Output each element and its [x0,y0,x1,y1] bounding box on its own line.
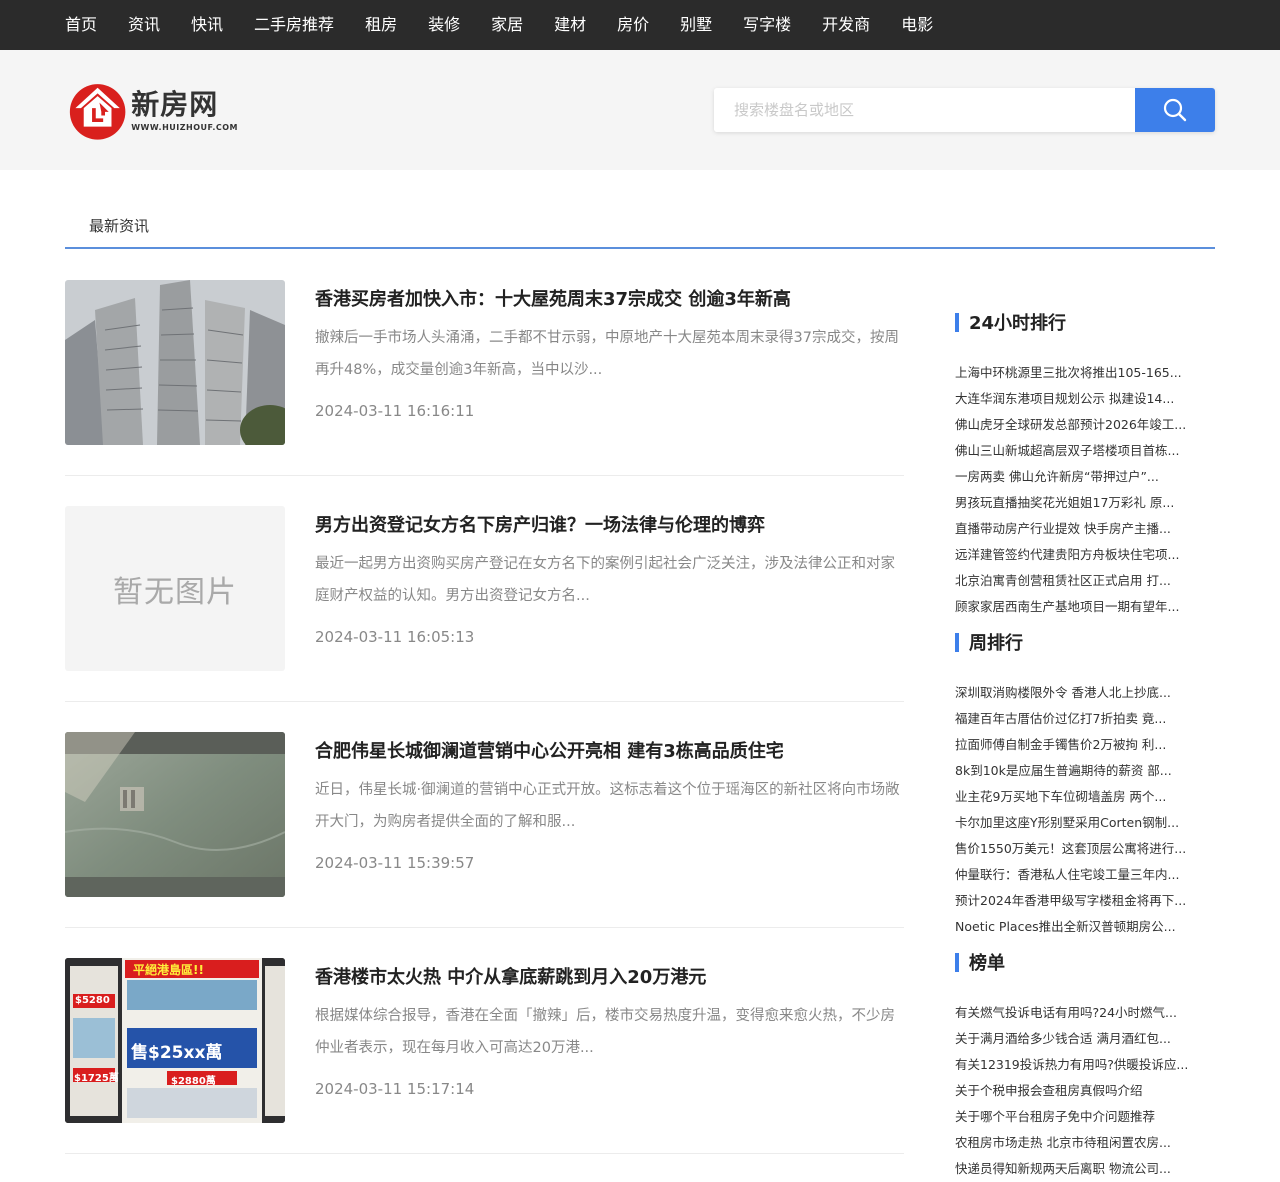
nav-item-news[interactable]: 资讯 [128,0,160,50]
nav-item-villa[interactable]: 别墅 [680,0,712,50]
logo-house-icon [69,84,126,140]
site-header: 新房网 WWW.HUIZHOUF.COM [0,50,1280,170]
rank-item[interactable]: 有关燃气投诉电话有用吗?24小时燃气... [955,1000,1195,1026]
window-price-b: $1725萬 [74,1073,119,1084]
nav-item-home[interactable]: 首页 [65,0,97,50]
article-summary: 近日，伟星长城·御澜道的营销中心正式开放。这标志着这个位于瑶海区的新社区将向市场… [315,782,900,830]
rank-title: 24小时排行 [969,313,1067,334]
article-thumbnail[interactable] [65,280,285,445]
rank-item[interactable]: 售价1550万美元！这套顶层公寓将进行... [955,836,1195,862]
rank-item[interactable]: 关于个税申报会查租房真假吗介绍 [955,1078,1195,1104]
nav-item-prices[interactable]: 房价 [617,0,649,50]
rank-item[interactable]: 有关12319投诉热力有用吗?供暖投诉应... [955,1052,1195,1078]
nav-item-movie[interactable]: 电影 [901,0,933,50]
rank-item[interactable]: 深圳取消购楼限外令 香港人北上抄底... [955,680,1195,706]
search-icon [1163,98,1187,122]
logo-title: 新房网 [131,87,219,121]
rank-item[interactable]: 8k到10k是应届生普遍期待的薪资 部... [955,758,1195,784]
nav-item-office[interactable]: 写字楼 [743,0,791,50]
marble-wall-image [65,732,285,897]
nav-item-rent[interactable]: 租房 [365,0,397,50]
site-logo[interactable]: 新房网 WWW.HUIZHOUF.COM [68,78,238,142]
rank-item[interactable]: 佛山虎牙全球研发总部预计2026年竣工... [955,412,1195,438]
article-summary: 撤辣后一手市场人头涌涌，二手都不甘示弱，中原地产十大屋苑本周末录得37宗成交，按… [315,330,899,378]
rank-item[interactable]: 关于哪个平台租房子免中介问题推荐 [955,1104,1195,1130]
article-list: 香港买房者加快入市：十大屋苑周末37宗成交 创逾3年新高 撤辣后一手市场人头涌涌… [65,280,904,1154]
rank-item[interactable]: 北京泊寓青创营租赁社区正式启用 打... [955,568,1195,594]
rank-list: 上海中环桃源里三批次将推出105-165... 大连华润东港项目规划公示 拟建设… [955,360,1195,620]
rank-item[interactable]: 预计2024年香港甲级写字楼租金将再下... [955,888,1195,914]
article-item[interactable]: 暂无图片 男方出资登记女方名下房产归谁？一场法律与伦理的博弈 最近一起男方出资购… [65,506,904,702]
rank-heading-accent [955,952,959,972]
rank-heading-accent [955,312,959,332]
rank-item[interactable]: 远洋建管签约代建贵阳方舟板块住宅项... [955,542,1195,568]
rank-list: 有关燃气投诉电话有用吗?24小时燃气... 关于满月酒给多少钱合适 满月酒红包.… [955,1000,1195,1182]
rank-block-weekly: 周排行 深圳取消购楼限外令 香港人北上抄底... 福建百年古厝估价过亿打7折拍卖… [955,620,1195,940]
rank-block-24h: 24小时排行 上海中环桃源里三批次将推出105-165... 大连华润东港项目规… [955,300,1195,620]
window-price-big: 售$25xx萬 [131,1043,223,1063]
rank-item[interactable]: 佛山三山新城超高层双子塔楼项目首栋... [955,438,1195,464]
rank-item[interactable]: 拉面师傅自制金手镯售价2万被拘 利... [955,732,1195,758]
no-image-placeholder: 暂无图片 [113,574,237,610]
article-title[interactable]: 男方出资登记女方名下房产归谁？一场法律与伦理的博弈 [315,511,765,537]
article-summary: 最近一起男方出资购买房产登记在女方名下的案例引起社会广泛关注，涉及法律公正和对家… [315,556,895,604]
section-tab-latest-news[interactable]: 最新资讯 [65,205,1215,249]
search-input[interactable] [714,88,1135,132]
search-box [714,88,1215,132]
article-thumbnail[interactable] [65,732,285,897]
rank-item[interactable]: Noetic Places推出全新汉普顿期房公... [955,914,1195,940]
logo-text: 新房网 WWW.HUIZHOUF.COM [131,87,238,132]
article-item[interactable]: 香港买房者加快入市：十大屋苑周末37宗成交 创逾3年新高 撤辣后一手市场人头涌涌… [65,280,904,476]
rank-item[interactable]: 福建百年古厝估价过亿打7折拍卖 竟... [955,706,1195,732]
rank-item[interactable]: 顾家家居西南生产基地项目一期有望年... [955,594,1195,620]
article-title[interactable]: 香港买房者加快入市：十大屋苑周末37宗成交 创逾3年新高 [315,285,791,311]
rank-item[interactable]: 卡尔加里这座Y形别墅采用Corten钢制... [955,810,1195,836]
rank-item[interactable]: 直播带动房产行业提效 快手房产主播... [955,516,1195,542]
article-title[interactable]: 合肥伟星长城御澜道营销中心公开亮相 建有3栋高品质住宅 [315,737,784,763]
rank-item[interactable]: 男孩玩直播抽奖花光姐姐17万彩礼 原... [955,490,1195,516]
search-button[interactable] [1135,88,1215,132]
rank-item[interactable]: 仲量联行：香港私人住宅竣工量三年内... [955,862,1195,888]
rank-item[interactable]: 一房两卖 佛山允许新房“带押过户”... [955,464,1195,490]
nav-item-developer[interactable]: 开发商 [822,0,870,50]
rank-heading-accent [955,632,959,652]
rank-block-list: 榜单 有关燃气投诉电话有用吗?24小时燃气... 关于满月酒给多少钱合适 满月酒… [955,940,1195,1182]
logo-url: WWW.HUIZHOUF.COM [131,122,238,132]
rank-heading: 榜单 [955,940,1195,984]
rank-title: 周排行 [969,633,1023,654]
article-date: 2024-03-11 16:16:11 [315,402,475,420]
window-price-c: $2880萬 [171,1076,216,1087]
rank-item[interactable]: 农租房市场走热 北京市待租闲置农房... [955,1130,1195,1156]
rank-item[interactable]: 业主花9万买地下车位砌墙盖房 两个... [955,784,1195,810]
nav-item-materials[interactable]: 建材 [554,0,586,50]
article-date: 2024-03-11 15:39:57 [315,854,475,872]
window-banner-text: 平絕港島區!! [133,963,204,977]
article-thumbnail[interactable]: 暂无图片 [65,506,285,671]
section-title: 最新资讯 [89,217,150,235]
nav-item-flash[interactable]: 快讯 [191,0,223,50]
nav-item-home-furnishing[interactable]: 家居 [491,0,523,50]
rank-item[interactable]: 快递员得知新规两天后离职 物流公司... [955,1156,1195,1182]
article-item[interactable]: 合肥伟星长城御澜道营销中心公开亮相 建有3栋高品质住宅 近日，伟星长城·御澜道的… [65,732,904,928]
high-rise-buildings-image [65,280,285,445]
rank-heading: 24小时排行 [955,300,1195,344]
article-item[interactable]: 平絕港島區!! 售$25xx萬 $5280 $1725萬 $2880萬 香港楼市… [65,958,904,1154]
article-thumbnail[interactable]: 平絕港島區!! 售$25xx萬 $5280 $1725萬 $2880萬 [65,958,285,1123]
nav-item-second-hand[interactable]: 二手房推荐 [254,0,334,50]
article-summary: 根据媒体综合报导，香港在全面「撤辣」后，楼市交易热度升温，变得愈来愈火热，不少房… [315,1008,895,1056]
rank-item[interactable]: 上海中环桃源里三批次将推出105-165... [955,360,1195,386]
rank-title: 榜单 [969,953,1005,974]
top-nav: 首页 资讯 快讯 二手房推荐 租房 装修 家居 建材 房价 别墅 写字楼 开发商… [0,0,1280,50]
rank-list: 深圳取消购楼限外令 香港人北上抄底... 福建百年古厝估价过亿打7折拍卖 竟..… [955,680,1195,940]
rank-item[interactable]: 关于满月酒给多少钱合适 满月酒红包... [955,1026,1195,1052]
window-price-a: $5280 [75,995,110,1006]
sidebar-rankings: 24小时排行 上海中环桃源里三批次将推出105-165... 大连华润东港项目规… [955,300,1195,1182]
rank-heading: 周排行 [955,620,1195,664]
rank-item[interactable]: 大连华润东港项目规划公示 拟建设14... [955,386,1195,412]
article-title[interactable]: 香港楼市太火热 中介从拿底薪跳到月入20万港元 [315,963,706,989]
article-date: 2024-03-11 16:05:13 [315,628,475,646]
nav-item-decoration[interactable]: 装修 [428,0,460,50]
article-date: 2024-03-11 15:17:14 [315,1080,475,1098]
